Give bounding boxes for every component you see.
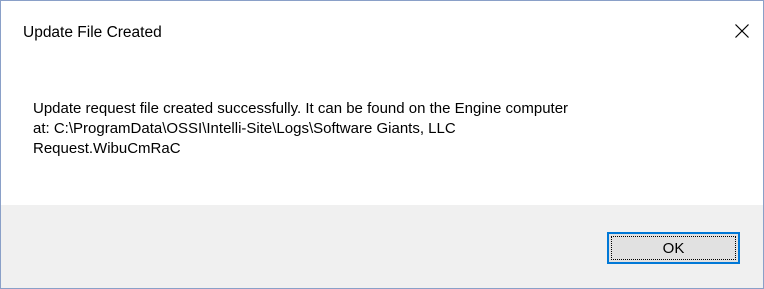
dialog-content: Update request file created successfully… bbox=[1, 65, 763, 205]
message-text: Update request file created successfully… bbox=[33, 100, 569, 157]
message-dialog: Update File Created Update request file … bbox=[0, 0, 764, 289]
dialog-footer: OK bbox=[1, 205, 763, 288]
close-icon bbox=[735, 24, 749, 38]
title-bar: Update File Created bbox=[1, 1, 763, 65]
dialog-title: Update File Created bbox=[23, 24, 162, 41]
close-button[interactable] bbox=[725, 14, 759, 48]
ok-button-label: OK bbox=[662, 239, 685, 257]
ok-button[interactable]: OK bbox=[607, 232, 740, 264]
